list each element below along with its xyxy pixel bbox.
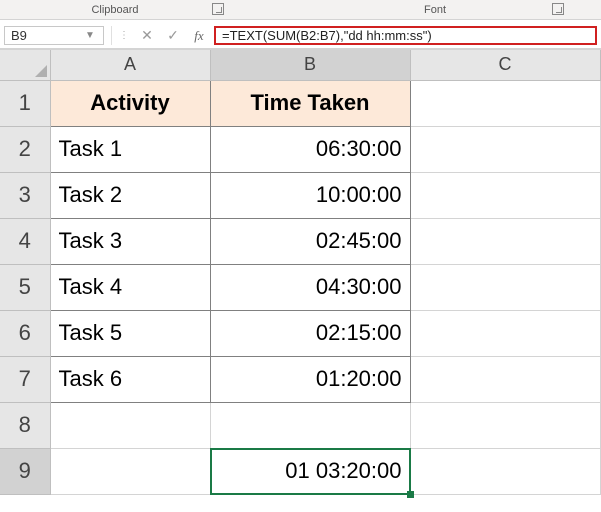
column-header-B[interactable]: B	[210, 50, 410, 80]
ribbon-group-font: Font	[300, 0, 570, 19]
row-header-4[interactable]: 4	[0, 218, 50, 264]
row-header-1[interactable]: 1	[0, 80, 50, 126]
cell-C6[interactable]	[410, 310, 600, 356]
row-header-8[interactable]: 8	[0, 402, 50, 448]
row-header-9[interactable]: 9	[0, 448, 50, 494]
cell-C2[interactable]	[410, 126, 600, 172]
cell-B9-value: 01 03:20:00	[285, 458, 401, 483]
cell-A2[interactable]: Task 1	[50, 126, 210, 172]
cell-A5[interactable]: Task 4	[50, 264, 210, 310]
font-launcher-icon[interactable]	[552, 3, 564, 15]
cancel-icon: ✕	[141, 27, 153, 44]
cell-B9[interactable]: 01 03:20:00	[210, 448, 410, 494]
cell-A6[interactable]: Task 5	[50, 310, 210, 356]
cell-C3[interactable]	[410, 172, 600, 218]
checkmark-icon: ✓	[167, 27, 179, 44]
ribbon-group-clipboard: Clipboard	[0, 0, 230, 19]
cell-C8[interactable]	[410, 402, 600, 448]
row-header-2[interactable]: 2	[0, 126, 50, 172]
row-header-5[interactable]: 5	[0, 264, 50, 310]
cell-A9[interactable]	[50, 448, 210, 494]
row-header-3[interactable]: 3	[0, 172, 50, 218]
cell-B5[interactable]: 04:30:00	[210, 264, 410, 310]
formula-bar-separator	[104, 26, 112, 45]
formula-enter-button[interactable]: ✓	[160, 26, 186, 45]
cell-A3[interactable]: Task 2	[50, 172, 210, 218]
fill-handle[interactable]	[407, 491, 414, 498]
cell-C1[interactable]	[410, 80, 600, 126]
clipboard-launcher-icon[interactable]	[212, 3, 224, 15]
cell-B2[interactable]: 06:30:00	[210, 126, 410, 172]
row-header-7[interactable]: 7	[0, 356, 50, 402]
cell-A7[interactable]: Task 6	[50, 356, 210, 402]
name-box-dropdown-icon[interactable]: ▼	[83, 30, 97, 41]
cell-A1[interactable]: Activity	[50, 80, 210, 126]
ribbon-group-labels: Clipboard Font	[0, 0, 601, 20]
formula-bar: B9 ▼ ⋮ ✕ ✓ fx =TEXT(SUM(B2:B7),"dd hh:mm…	[0, 20, 601, 50]
select-all-corner[interactable]	[0, 50, 50, 80]
cell-C9[interactable]	[410, 448, 600, 494]
formula-text: =TEXT(SUM(B2:B7),"dd hh:mm:ss")	[222, 28, 432, 43]
name-box-value: B9	[11, 28, 27, 43]
worksheet-grid[interactable]: A B C 1 Activity Time Taken 2 Task 1 06:…	[0, 50, 601, 495]
cell-B3[interactable]: 10:00:00	[210, 172, 410, 218]
formula-cancel-button[interactable]: ✕	[134, 26, 160, 45]
cell-B7[interactable]: 01:20:00	[210, 356, 410, 402]
formula-bar-dots-icon: ⋮	[114, 26, 134, 45]
column-header-C[interactable]: C	[410, 50, 600, 80]
ribbon-clipboard-label: Clipboard	[91, 4, 138, 16]
column-header-A[interactable]: A	[50, 50, 210, 80]
cell-B4[interactable]: 02:45:00	[210, 218, 410, 264]
ribbon-font-label: Font	[424, 4, 446, 16]
name-box[interactable]: B9 ▼	[4, 26, 104, 45]
cell-B6[interactable]: 02:15:00	[210, 310, 410, 356]
cell-B1[interactable]: Time Taken	[210, 80, 410, 126]
cell-C4[interactable]	[410, 218, 600, 264]
cell-B8[interactable]	[210, 402, 410, 448]
insert-function-button[interactable]: fx	[186, 26, 212, 45]
fx-icon: fx	[194, 28, 203, 44]
cell-A4[interactable]: Task 3	[50, 218, 210, 264]
cell-A8[interactable]	[50, 402, 210, 448]
formula-input[interactable]: =TEXT(SUM(B2:B7),"dd hh:mm:ss")	[214, 26, 597, 45]
cell-C7[interactable]	[410, 356, 600, 402]
row-header-6[interactable]: 6	[0, 310, 50, 356]
cell-C5[interactable]	[410, 264, 600, 310]
